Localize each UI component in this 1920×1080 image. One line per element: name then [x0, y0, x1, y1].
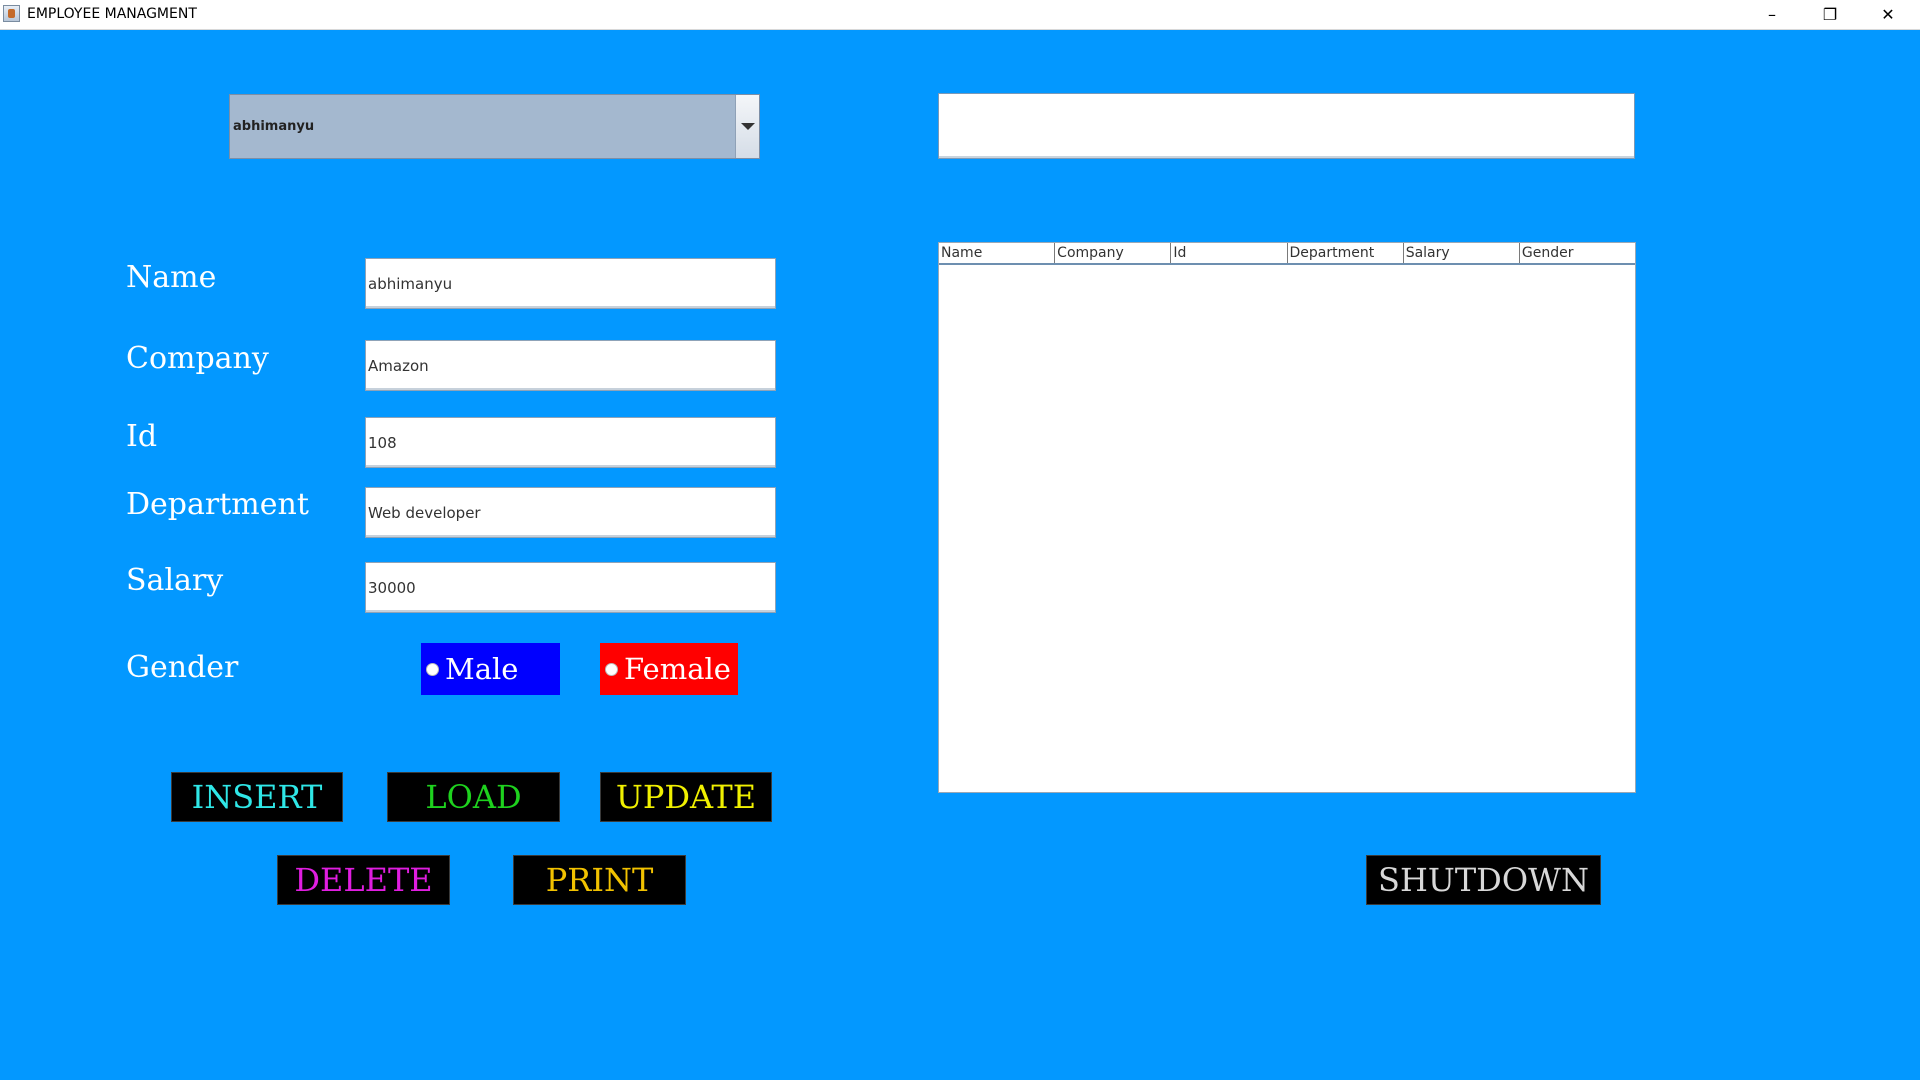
title-bar: EMPLOYEE MANAGMENT – ❐ ✕	[0, 0, 1920, 30]
employee-table[interactable]: Name Company Id Department Salary Gender	[938, 242, 1636, 793]
column-header-name[interactable]: Name	[939, 243, 1056, 263]
update-button[interactable]: UPDATE	[600, 772, 772, 822]
radio-circle-icon	[426, 662, 439, 676]
gender-label: Gender	[126, 650, 239, 685]
search-input[interactable]	[938, 93, 1635, 159]
dropdown-arrow-button[interactable]	[735, 95, 759, 158]
department-field[interactable]	[365, 487, 776, 538]
load-button[interactable]: LOAD	[387, 772, 560, 822]
name-label: Name	[126, 260, 217, 295]
employee-select-dropdown[interactable]: abhimanyu	[229, 94, 760, 159]
name-field[interactable]	[365, 258, 776, 309]
male-radio[interactable]: Male	[421, 643, 560, 695]
radio-circle-icon	[605, 662, 618, 676]
female-radio[interactable]: Female	[600, 643, 738, 695]
salary-label: Salary	[126, 563, 224, 598]
selected-employee: abhimanyu	[233, 119, 315, 134]
delete-button[interactable]: DELETE	[277, 855, 450, 905]
column-header-gender[interactable]: Gender	[1520, 243, 1635, 263]
male-label: Male	[445, 652, 519, 686]
column-header-salary[interactable]: Salary	[1404, 243, 1520, 263]
column-header-id[interactable]: Id	[1171, 243, 1288, 263]
company-label: Company	[126, 341, 269, 376]
column-header-department[interactable]: Department	[1288, 243, 1404, 263]
shutdown-button[interactable]: SHUTDOWN	[1366, 855, 1601, 905]
department-label: Department	[126, 487, 309, 522]
id-field[interactable]	[365, 417, 776, 468]
table-header: Name Company Id Department Salary Gender	[939, 243, 1635, 265]
column-header-company[interactable]: Company	[1055, 243, 1172, 263]
female-label: Female	[624, 652, 731, 686]
restore-button[interactable]: ❐	[1801, 0, 1859, 29]
company-field[interactable]	[365, 340, 776, 391]
salary-field[interactable]	[365, 562, 776, 613]
minimize-button[interactable]: –	[1743, 0, 1801, 29]
close-button[interactable]: ✕	[1859, 0, 1917, 29]
id-label: Id	[126, 419, 158, 454]
chevron-down-icon	[740, 123, 755, 130]
window-title: EMPLOYEE MANAGMENT	[27, 6, 197, 22]
java-app-icon	[3, 5, 20, 22]
insert-button[interactable]: INSERT	[171, 772, 343, 822]
print-button[interactable]: PRINT	[513, 855, 686, 905]
